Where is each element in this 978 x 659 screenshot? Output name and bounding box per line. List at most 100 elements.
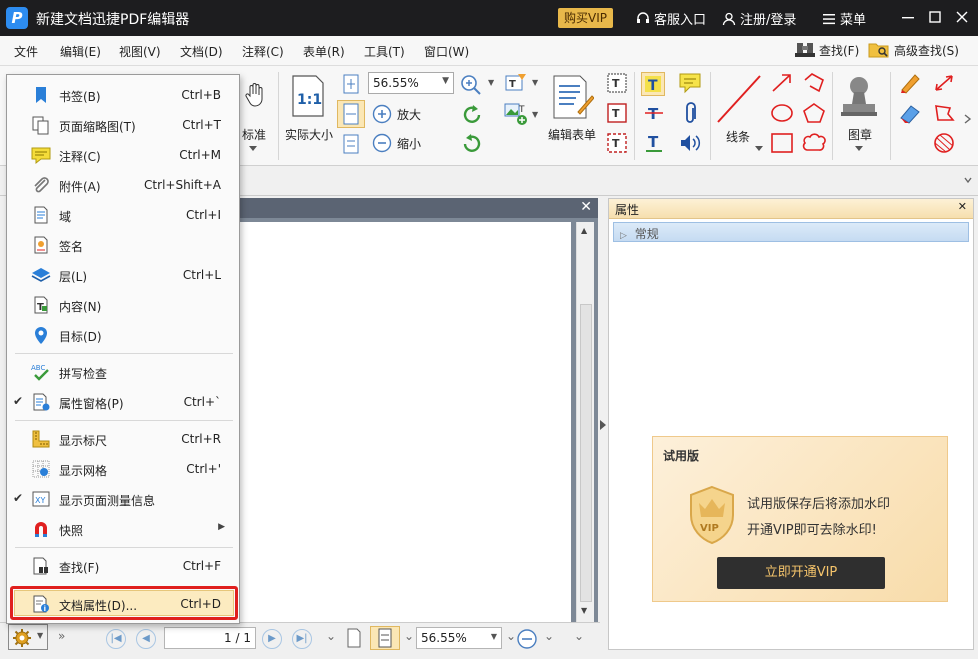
chevron-down-icon[interactable] [855, 146, 863, 152]
measure-perimeter-icon[interactable] [932, 102, 956, 124]
menu-item-signature[interactable]: 签名 [7, 231, 239, 259]
menu-item-thumbnails[interactable]: 页面缩略图(T) Ctrl+T [7, 111, 239, 139]
document-viewport[interactable] [238, 218, 598, 622]
measure-distance-icon[interactable] [932, 72, 956, 94]
prev-page-button[interactable]: ◀ [136, 629, 156, 649]
customer-service-link[interactable]: 客服入口 [636, 9, 706, 28]
status-zoom-select[interactable]: 56.55% ▼ [416, 627, 502, 649]
maximize-button[interactable] [923, 6, 947, 30]
menu-edit[interactable]: 编辑(E) [60, 43, 101, 60]
zoom-select[interactable]: 56.55% ▼ [368, 72, 454, 94]
menu-item-snapshot[interactable]: 快照 ▶ [7, 515, 239, 543]
scroll-down-icon[interactable]: ▼ [581, 606, 587, 615]
line-icon[interactable] [716, 74, 762, 124]
underline-text-icon[interactable]: T [643, 132, 665, 154]
standard-label[interactable]: 标准 [242, 126, 266, 143]
chevron-double-down-icon[interactable]: ⌄ [574, 629, 584, 643]
chevron-double-down-icon[interactable]: ⌄ [404, 629, 414, 643]
chevron-down-icon[interactable] [755, 146, 763, 152]
scrollbar-thumb[interactable] [580, 304, 592, 602]
sticky-note-icon[interactable] [678, 72, 702, 94]
pencil-icon[interactable] [898, 72, 922, 94]
advanced-find-button[interactable]: 高级查找(S) [868, 41, 959, 59]
menu-document[interactable]: 文档(D) [180, 43, 223, 60]
lines-label[interactable]: 线条 [726, 128, 750, 145]
fit-page-icon[interactable] [342, 74, 360, 94]
stamp-label[interactable]: 图章 [848, 126, 872, 143]
open-vip-button[interactable]: 立即开通VIP [717, 557, 885, 589]
rectangle-icon[interactable] [770, 132, 794, 154]
text-field-select-icon[interactable]: T [606, 132, 628, 154]
zoom-in-button[interactable]: 放大 [372, 104, 421, 124]
close-button[interactable] [950, 6, 974, 30]
magnifier-icon[interactable] [460, 74, 482, 96]
minimize-button[interactable] [896, 6, 920, 30]
edit-form-icon[interactable] [550, 74, 594, 120]
menu-item-show-grid[interactable]: 显示网格 Ctrl+' [7, 455, 239, 483]
stamp-icon[interactable] [838, 74, 880, 120]
expand-toolbar-icon[interactable]: » [58, 629, 65, 643]
settings-button[interactable]: ▼ [8, 624, 48, 650]
highlight-text-button[interactable]: T [641, 72, 665, 96]
actual-size-icon[interactable]: 1:1 [290, 74, 326, 118]
zoom-out-button[interactable]: 缩小 [372, 133, 421, 153]
first-page-button[interactable]: |◀ [106, 629, 126, 649]
menu-item-layers[interactable]: 层(L) Ctrl+L [7, 261, 239, 289]
menu-item-fields[interactable]: 域 Ctrl+I [7, 201, 239, 229]
scroll-up-icon[interactable]: ▲ [581, 226, 587, 235]
polyline-icon[interactable] [802, 72, 826, 94]
page-number-input[interactable]: 1 / 1 [164, 627, 256, 649]
menu-item-show-ruler[interactable]: 显示标尺 Ctrl+R [7, 425, 239, 453]
actual-size-label[interactable]: 实际大小 [285, 126, 333, 143]
menu-item-spellcheck[interactable]: ABC 拼写检查 [7, 358, 239, 386]
menu-item-comment[interactable]: 注释(C) Ctrl+M [7, 141, 239, 169]
close-document-icon[interactable]: ✕ [580, 199, 592, 215]
next-page-button[interactable]: ▶ [262, 629, 282, 649]
polygon-icon[interactable] [802, 102, 826, 124]
chevron-double-down-icon[interactable]: ⌄ [506, 629, 516, 643]
expand-icon[interactable]: ▷ [620, 231, 627, 241]
close-panel-icon[interactable]: ✕ [958, 200, 967, 213]
chevron-down-icon[interactable] [249, 146, 257, 152]
hand-icon[interactable] [244, 82, 266, 108]
chevron-right-icon[interactable] [964, 114, 972, 124]
find-button[interactable]: 查找(F) [795, 41, 859, 59]
chevron-down-icon[interactable]: ▼ [532, 110, 538, 119]
continuous-page-button[interactable] [370, 626, 400, 650]
text-field-red-icon[interactable]: T [606, 102, 628, 124]
vertical-scrollbar[interactable]: ▲ ▼ [576, 222, 594, 622]
image-insert-icon[interactable]: T [504, 102, 530, 126]
chevron-double-down-icon[interactable]: ⌄ [544, 629, 554, 643]
eraser-icon[interactable] [898, 102, 922, 124]
menu-item-page-measure[interactable]: ✔ XY 显示页面测量信息 [7, 485, 239, 513]
menu-window[interactable]: 窗口(W) [424, 43, 469, 60]
menu-item-find[interactable]: 查找(F) Ctrl+F [7, 552, 239, 580]
menu-item-destination[interactable]: 目标(D) [7, 321, 239, 349]
menu-item-doc-properties[interactable]: i 文档属性(D)... Ctrl+D [7, 590, 239, 618]
menu-item-properties-pane[interactable]: ✔ 属性窗格(P) Ctrl+` [7, 388, 239, 416]
rotate-right-icon[interactable] [461, 133, 483, 155]
chevron-down-icon[interactable]: ▼ [488, 78, 494, 87]
general-section[interactable]: ▷ 常规 [613, 222, 969, 242]
document-page[interactable] [238, 222, 571, 622]
rotate-left-icon[interactable] [461, 104, 483, 126]
ellipse-icon[interactable] [770, 102, 794, 124]
chevron-double-down-icon[interactable]: ⌄ [326, 629, 336, 643]
chevron-down-icon[interactable]: ▼ [532, 78, 538, 87]
sound-icon[interactable] [678, 132, 702, 154]
cloud-icon[interactable] [802, 132, 826, 154]
text-field-icon[interactable]: T [606, 72, 628, 94]
menu-item-content[interactable]: T 内容(N) [7, 291, 239, 319]
fit-visible-icon[interactable] [342, 134, 360, 154]
last-page-button[interactable]: ▶| [292, 629, 312, 649]
menu-item-attachments[interactable]: 附件(A) Ctrl+Shift+A [7, 171, 239, 199]
strikeout-text-icon[interactable]: T [643, 102, 665, 124]
measure-area-icon[interactable] [932, 132, 956, 154]
menu-form[interactable]: 表单(R) [303, 43, 345, 60]
menu-tools[interactable]: 工具(T) [364, 43, 405, 60]
menu-file[interactable]: 文件 [14, 43, 38, 60]
single-page-icon[interactable] [346, 628, 362, 648]
buy-vip-button[interactable]: 购买VIP [558, 8, 613, 28]
main-menu-link[interactable]: 菜单 [822, 9, 866, 28]
edit-form-label[interactable]: 编辑表单 [548, 126, 596, 143]
